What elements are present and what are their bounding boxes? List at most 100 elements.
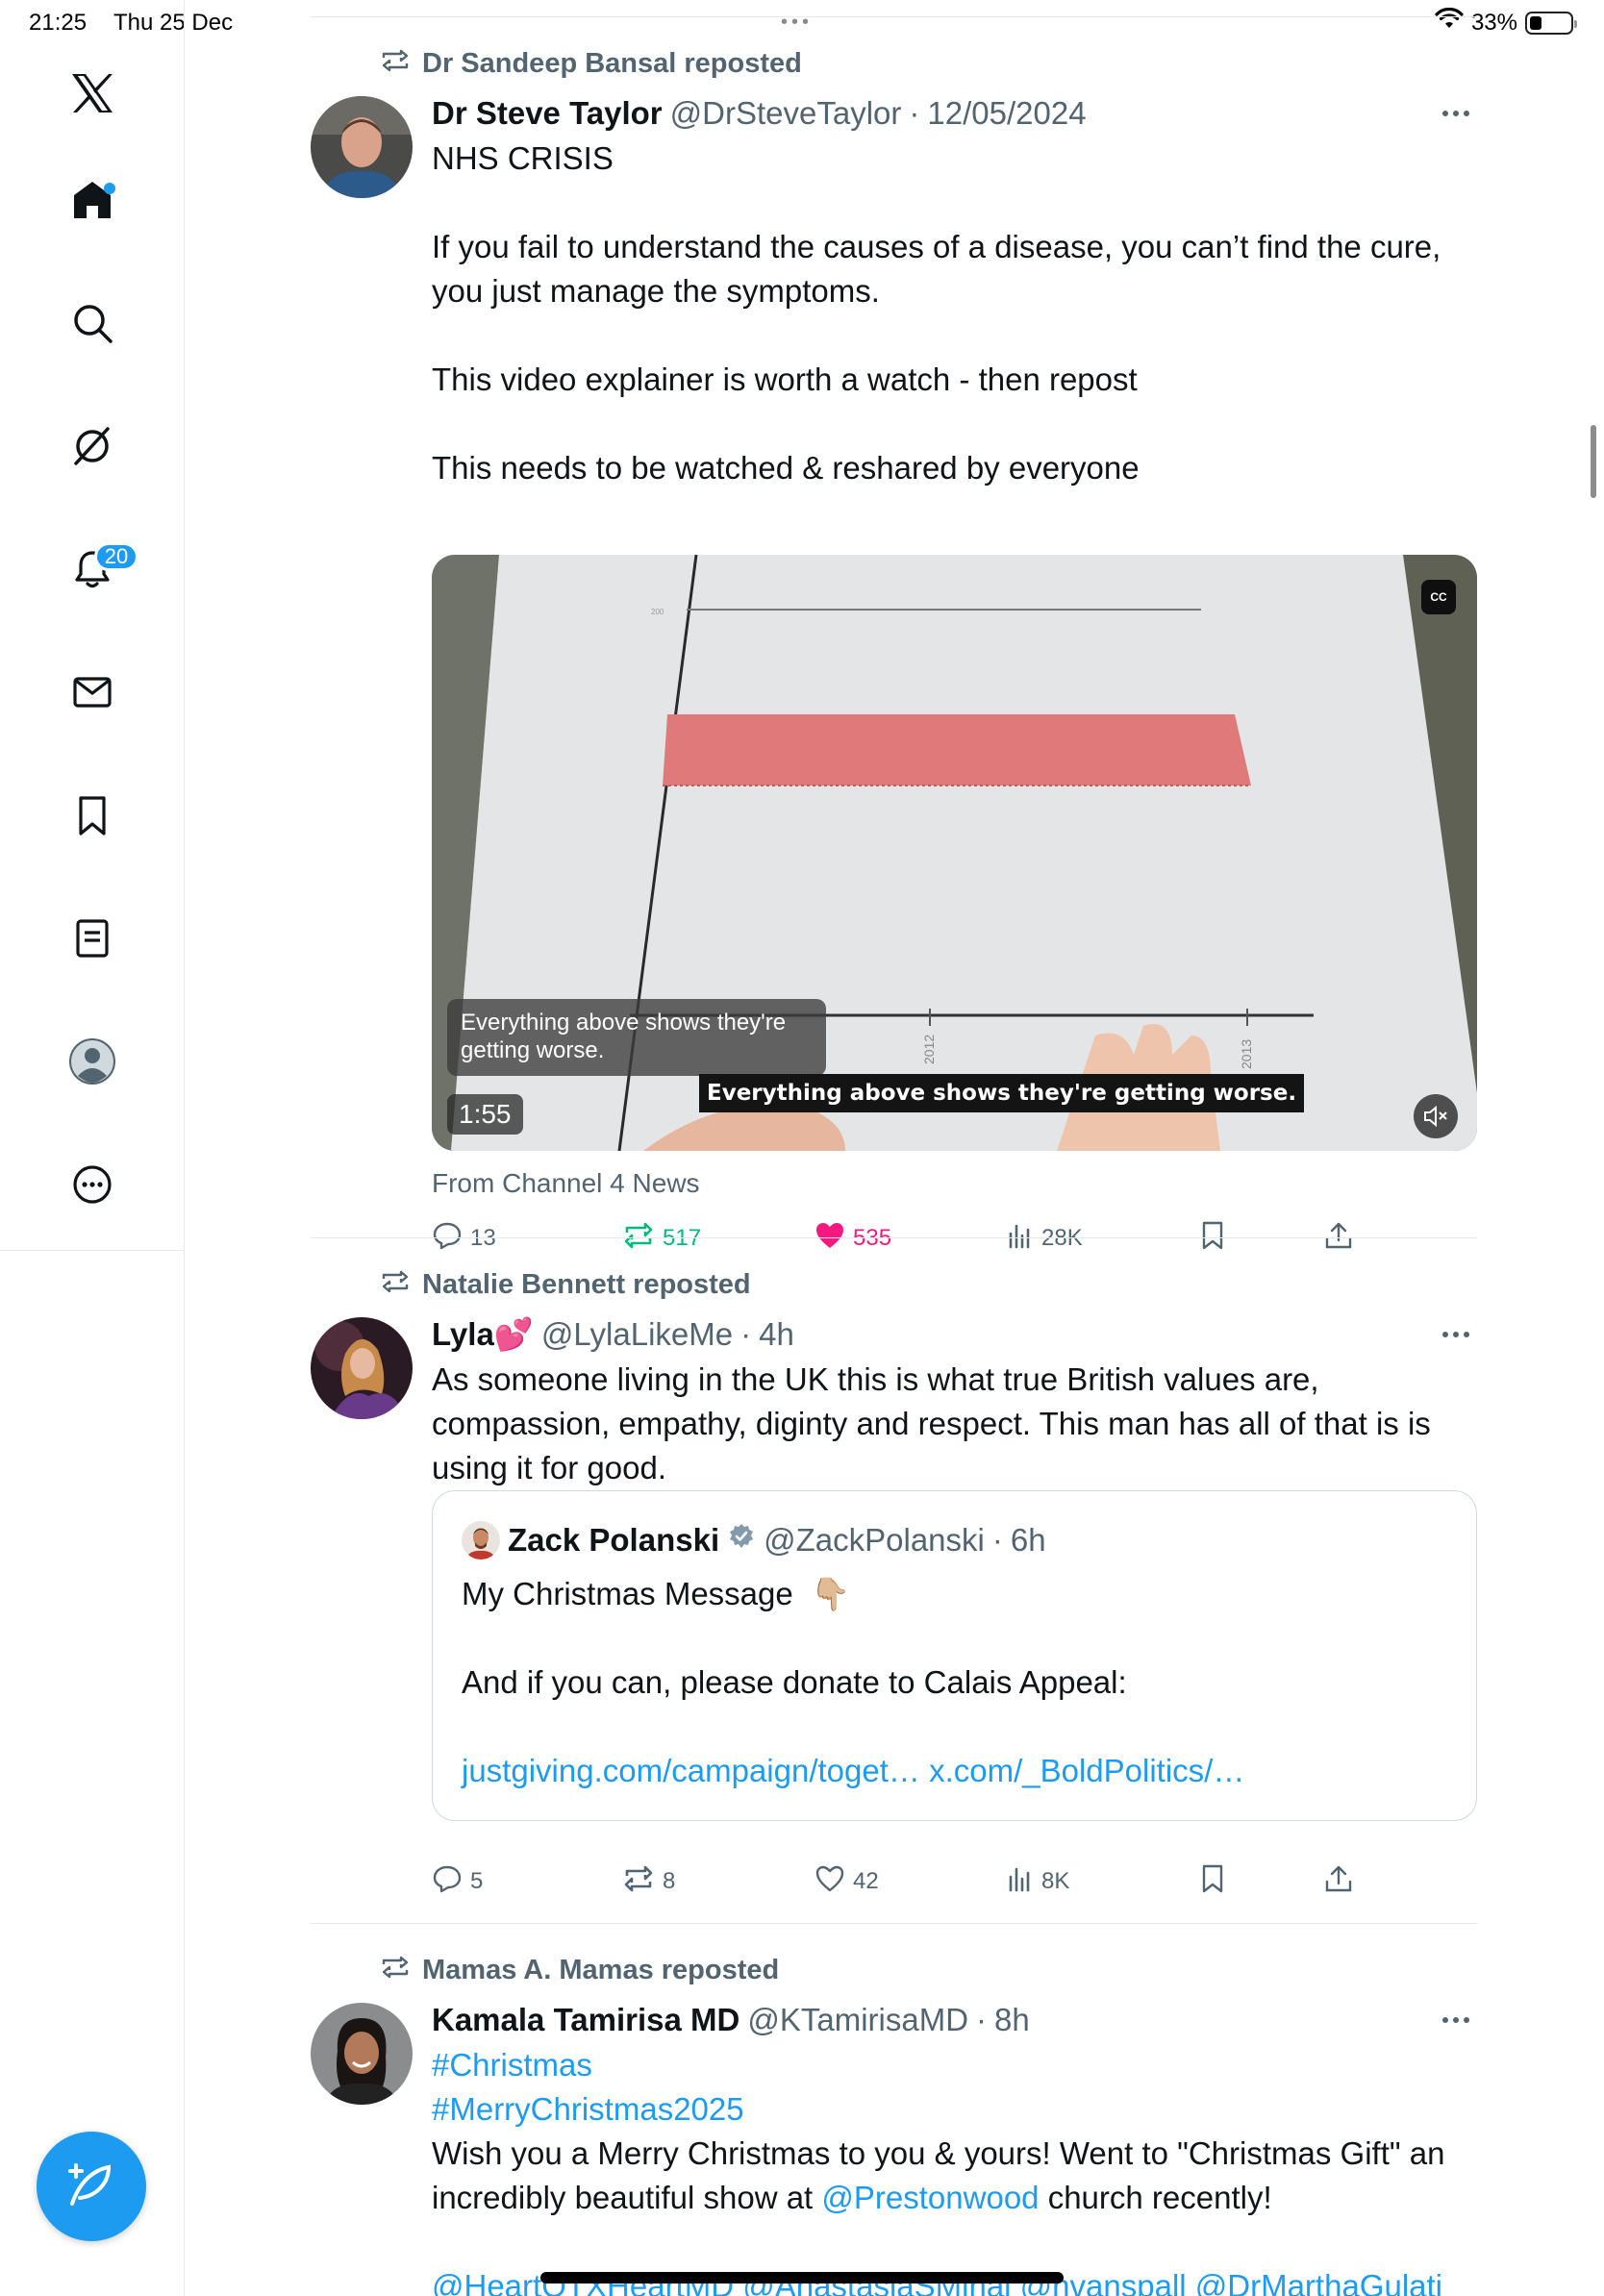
repost-button[interactable]: 8 xyxy=(622,1860,675,1903)
like-button[interactable]: 535 xyxy=(815,1217,891,1260)
author-name[interactable]: Kamala Tamirisa MD xyxy=(432,2002,739,2038)
battery-icon xyxy=(1525,11,1577,35)
tweet-text: #Christmas #MerryChristmas2025 Wish you … xyxy=(432,2043,1477,2296)
quote-author-handle[interactable]: @ZackPolanski xyxy=(764,1522,985,1559)
repost-indicator: Mamas A. Mamas reposted xyxy=(380,1953,779,1987)
avatar[interactable] xyxy=(311,1317,413,1419)
grok-icon xyxy=(71,425,113,472)
tweet-time[interactable]: 8h xyxy=(994,2002,1030,2038)
share-button[interactable] xyxy=(1324,1860,1353,1903)
compose-button[interactable] xyxy=(37,2132,146,2241)
tweet-header: Dr Steve Taylor @DrSteveTaylor · 12/05/2… xyxy=(432,92,1477,135)
x-link[interactable]: x.com/_BoldPolitics/… xyxy=(929,1753,1244,1788)
tweet-time[interactable]: 4h xyxy=(759,1316,794,1353)
more-options-icon[interactable] xyxy=(1435,1313,1477,1356)
avatar[interactable] xyxy=(311,2003,413,2105)
multitasking-dots-icon[interactable]: ••• xyxy=(781,12,813,34)
tweet-header: Lyla💕 @LylaLikeMe · 4h xyxy=(432,1313,1477,1356)
share-button[interactable] xyxy=(1324,1217,1353,1260)
author-name[interactable]: Dr Steve Taylor xyxy=(432,95,663,132)
bookmark-icon xyxy=(71,794,113,841)
sidebar-item-lists[interactable] xyxy=(54,902,131,979)
home-indicator[interactable] xyxy=(540,2272,1064,2284)
mention-link[interactable]: @Prestonwood xyxy=(821,2180,1039,2215)
bookmark-icon xyxy=(1199,1864,1226,1900)
tweet-divider xyxy=(311,1923,1477,1924)
wifi-icon xyxy=(1435,7,1464,37)
tweet[interactable]: Mamas A. Mamas reposted Kamala Tamirisa … xyxy=(311,1953,1477,2296)
scrollbar[interactable] xyxy=(1591,425,1596,498)
quote-author-name[interactable]: Zack Polanski xyxy=(508,1522,719,1559)
separator-dot: · xyxy=(740,1316,752,1352)
hashtag-link[interactable]: #MerryChristmas2025 xyxy=(432,2087,1477,2132)
bookmark-button[interactable] xyxy=(1199,1860,1226,1903)
sidebar-divider xyxy=(0,1250,185,1251)
quote-tweet[interactable]: Zack Polanski @ZackPolanski · 6h My Chri… xyxy=(432,1490,1477,1821)
like-button[interactable]: 42 xyxy=(815,1860,879,1903)
separator-dot: · xyxy=(909,95,920,131)
author-name[interactable]: Lyla💕 xyxy=(432,1316,534,1354)
sidebar: 20 xyxy=(0,0,185,2296)
repost-icon xyxy=(380,48,411,80)
closed-captions-icon[interactable]: CC xyxy=(1421,580,1456,614)
video-attribution[interactable]: From Channel 4 News xyxy=(432,1168,700,1199)
reply-icon xyxy=(432,1220,463,1258)
justgiving-link[interactable]: justgiving.com/campaign/toget… xyxy=(462,1753,920,1788)
sidebar-item-notifications[interactable]: 20 xyxy=(54,533,138,610)
repost-button[interactable]: 517 xyxy=(622,1217,701,1260)
tweet[interactable]: Natalie Bennett reposted Lyla💕 @LylaLike… xyxy=(311,1267,1477,1921)
mute-icon[interactable] xyxy=(1414,1094,1458,1138)
sidebar-item-bookmarks[interactable] xyxy=(54,779,131,856)
views-button[interactable]: 8K xyxy=(1007,1860,1069,1903)
reply-button[interactable]: 5 xyxy=(432,1860,483,1903)
sidebar-item-home[interactable] xyxy=(54,163,131,240)
sidebar-item-search[interactable] xyxy=(54,287,131,363)
like-count: 535 xyxy=(853,1225,892,1251)
sidebar-item-profile[interactable] xyxy=(54,1025,131,1102)
tweet-divider xyxy=(311,1237,1477,1238)
pointing-down-emoji: 👇🏼 xyxy=(811,1576,851,1611)
quote-time[interactable]: 6h xyxy=(1011,1522,1046,1559)
author-handle[interactable]: @LylaLikeMe xyxy=(541,1316,733,1353)
share-icon xyxy=(1324,1864,1353,1900)
tweet-text-part: church recently! xyxy=(1039,2180,1272,2215)
sidebar-item-more[interactable] xyxy=(54,1148,131,1225)
repost-icon xyxy=(622,1865,655,1899)
quote-avatar[interactable] xyxy=(462,1521,500,1560)
tweet-paragraph: Wish you a Merry Christmas to you & your… xyxy=(432,2132,1477,2220)
sidebar-item-messages[interactable] xyxy=(54,656,131,733)
sidebar-item-grok[interactable] xyxy=(54,410,131,487)
repost-icon xyxy=(622,1222,655,1256)
heart-filled-icon xyxy=(815,1221,845,1257)
reply-button[interactable]: 13 xyxy=(432,1217,496,1260)
tweet-actions: 5 8 42 8K xyxy=(432,1860,1477,1903)
tweet-time[interactable]: 12/05/2024 xyxy=(927,95,1086,132)
x-logo-icon[interactable] xyxy=(54,55,131,132)
author-handle[interactable]: @DrSteveTaylor xyxy=(670,95,902,132)
repost-by-text: Natalie Bennett reposted xyxy=(422,1268,751,1300)
avatar[interactable] xyxy=(311,96,413,198)
tweet-content: Dr Steve Taylor @DrSteveTaylor · 12/05/2… xyxy=(432,92,1477,1251)
tweet[interactable]: Dr Sandeep Bansal reposted Dr Steve Tayl… xyxy=(311,46,1477,1251)
bookmark-button[interactable] xyxy=(1199,1217,1226,1260)
tweet-line: This needs to be watched & reshared by e… xyxy=(432,450,1140,486)
video-subtitle: Everything above shows they're getting w… xyxy=(699,1074,1305,1112)
views-button[interactable]: 28K xyxy=(1007,1217,1083,1260)
hashtag-link[interactable]: #Christmas xyxy=(432,2043,1477,2087)
quote-message: My Christmas Message xyxy=(462,1576,793,1611)
views-count: 8K xyxy=(1041,1868,1070,1894)
year-label: 2013 xyxy=(1239,1039,1254,1069)
verified-badge-icon xyxy=(727,1522,756,1559)
reply-count: 5 xyxy=(470,1868,484,1894)
tweet-line: This video explainer is worth a watch - … xyxy=(432,362,1138,397)
more-options-icon[interactable] xyxy=(1435,92,1477,135)
more-options-icon[interactable] xyxy=(1435,1999,1477,2041)
author-handle[interactable]: @KTamirisaMD xyxy=(747,2002,968,2038)
separator-dot: · xyxy=(976,2002,988,2037)
video-player[interactable]: 200 2012 2013 CC Everything above shows … xyxy=(432,555,1477,1151)
tweet-line: If you fail to understand the causes of … xyxy=(432,229,1441,309)
lists-icon xyxy=(71,917,113,964)
